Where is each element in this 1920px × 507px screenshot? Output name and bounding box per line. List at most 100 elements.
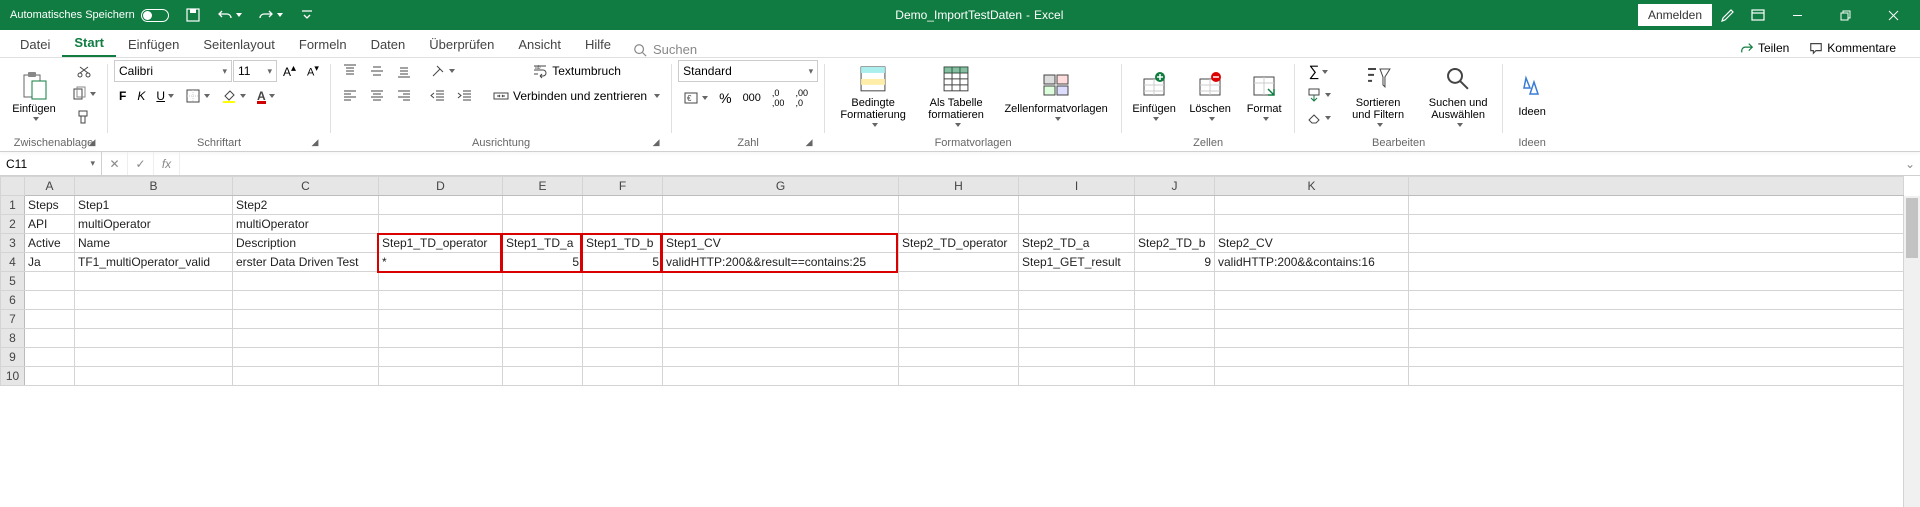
- cell[interactable]: [503, 272, 583, 291]
- underline-button[interactable]: U: [151, 85, 179, 107]
- font-color-button[interactable]: A: [252, 85, 280, 107]
- cell[interactable]: [663, 291, 899, 310]
- decrease-decimal-button[interactable]: ,00,0: [790, 85, 813, 111]
- maximize-button[interactable]: [1822, 0, 1868, 30]
- cell[interactable]: [583, 196, 663, 215]
- cell[interactable]: [379, 291, 503, 310]
- cell[interactable]: [663, 348, 899, 367]
- enter-formula-button[interactable]: ✓: [128, 152, 154, 175]
- cell[interactable]: [583, 291, 663, 310]
- cell[interactable]: [899, 291, 1019, 310]
- tab-review[interactable]: Überprüfen: [417, 33, 506, 57]
- cell[interactable]: [75, 329, 233, 348]
- delete-cells-button[interactable]: Löschen: [1184, 60, 1236, 130]
- cell[interactable]: multiOperator: [233, 215, 379, 234]
- cell[interactable]: Ja: [25, 253, 75, 272]
- row-header[interactable]: 1: [1, 196, 25, 215]
- sort-filter-button[interactable]: Sortieren und Filtern: [1340, 60, 1416, 130]
- alignment-dialog-launcher[interactable]: ◢: [649, 135, 663, 149]
- cell[interactable]: Step1_TD_operator: [379, 234, 503, 253]
- row-header[interactable]: 5: [1, 272, 25, 291]
- cell[interactable]: [899, 348, 1019, 367]
- cell[interactable]: [233, 348, 379, 367]
- cell[interactable]: [75, 291, 233, 310]
- bold-button[interactable]: F: [114, 85, 131, 107]
- italic-button[interactable]: K: [132, 85, 150, 107]
- redo-button[interactable]: [252, 2, 289, 28]
- cell[interactable]: [1215, 196, 1409, 215]
- cell[interactable]: [25, 310, 75, 329]
- format-painter-button[interactable]: [66, 106, 101, 128]
- cell[interactable]: [1019, 310, 1135, 329]
- row-header[interactable]: 9: [1, 348, 25, 367]
- cell[interactable]: Step2_TD_a: [1019, 234, 1135, 253]
- cell[interactable]: *: [379, 253, 503, 272]
- decrease-indent-button[interactable]: [425, 85, 451, 107]
- cell[interactable]: [583, 367, 663, 386]
- cell[interactable]: [503, 367, 583, 386]
- cell[interactable]: [1135, 329, 1215, 348]
- column-header[interactable]: G: [663, 177, 899, 196]
- cell[interactable]: [1019, 329, 1135, 348]
- align-center-button[interactable]: [364, 85, 390, 107]
- cell[interactable]: [233, 272, 379, 291]
- tab-home[interactable]: Start: [62, 31, 116, 57]
- signin-button[interactable]: Anmelden: [1638, 4, 1712, 26]
- cell[interactable]: [233, 367, 379, 386]
- cell[interactable]: [583, 215, 663, 234]
- row-header[interactable]: 8: [1, 329, 25, 348]
- column-header[interactable]: C: [233, 177, 379, 196]
- cell[interactable]: [25, 329, 75, 348]
- formula-input[interactable]: [180, 152, 1900, 175]
- cell[interactable]: [1019, 215, 1135, 234]
- cell[interactable]: [1019, 348, 1135, 367]
- column-header[interactable]: I: [1019, 177, 1135, 196]
- comments-button[interactable]: Kommentare: [1801, 39, 1904, 57]
- align-right-button[interactable]: [391, 85, 417, 107]
- number-format-combo[interactable]: Standard▾: [678, 60, 818, 82]
- cell[interactable]: API: [25, 215, 75, 234]
- cell[interactable]: [1135, 272, 1215, 291]
- cell[interactable]: [503, 348, 583, 367]
- cell[interactable]: [1019, 291, 1135, 310]
- cell[interactable]: [1135, 348, 1215, 367]
- cell[interactable]: Step2: [233, 196, 379, 215]
- cell[interactable]: [663, 329, 899, 348]
- worksheet-grid[interactable]: ABCDEFGHIJK1StepsStep1Step22APImultiOper…: [0, 176, 1920, 507]
- name-box[interactable]: C11▾: [0, 152, 102, 175]
- row-header[interactable]: 2: [1, 215, 25, 234]
- row-header[interactable]: 3: [1, 234, 25, 253]
- cell[interactable]: [379, 367, 503, 386]
- cell[interactable]: [899, 196, 1019, 215]
- format-as-table-button[interactable]: Als Tabelle formatieren: [919, 60, 993, 130]
- share-button[interactable]: Teilen: [1732, 39, 1797, 57]
- conditional-formatting-button[interactable]: Bedingte Formatierung: [831, 60, 915, 130]
- cell[interactable]: [899, 310, 1019, 329]
- tell-me-search[interactable]: Suchen: [623, 42, 707, 57]
- tab-help[interactable]: Hilfe: [573, 33, 623, 57]
- vertical-scrollbar[interactable]: [1903, 196, 1920, 507]
- cell[interactable]: [379, 196, 503, 215]
- cell[interactable]: [1215, 291, 1409, 310]
- cell[interactable]: [1019, 272, 1135, 291]
- cell[interactable]: validHTTP:200&&result==contains:25: [663, 253, 899, 272]
- cell[interactable]: [233, 310, 379, 329]
- cell[interactable]: [1215, 272, 1409, 291]
- column-header[interactable]: K: [1215, 177, 1409, 196]
- cell[interactable]: [1019, 367, 1135, 386]
- decrease-font-button[interactable]: A▾: [302, 60, 324, 82]
- row-header[interactable]: 7: [1, 310, 25, 329]
- autosave-toggle[interactable]: Automatisches Speichern: [4, 2, 175, 28]
- copy-button[interactable]: [66, 83, 101, 105]
- tab-file[interactable]: Datei: [8, 33, 62, 57]
- column-header[interactable]: F: [583, 177, 663, 196]
- cell[interactable]: [233, 291, 379, 310]
- wrap-text-button[interactable]: ab Textumbruch: [488, 60, 665, 82]
- cell[interactable]: [583, 348, 663, 367]
- expand-formula-bar-button[interactable]: ⌄: [1900, 152, 1920, 175]
- cell[interactable]: [663, 215, 899, 234]
- cell[interactable]: [1135, 310, 1215, 329]
- cell[interactable]: [1215, 348, 1409, 367]
- increase-decimal-button[interactable]: ,0,00: [767, 85, 790, 111]
- qat-customize-button[interactable]: [293, 2, 321, 28]
